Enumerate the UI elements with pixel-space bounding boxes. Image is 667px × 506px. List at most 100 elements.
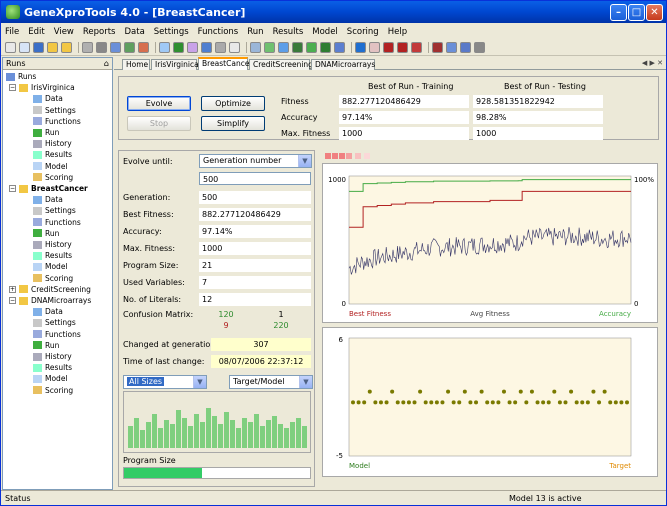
expand-toggle-icon[interactable]: − bbox=[9, 297, 16, 304]
evolve-until-select[interactable]: Generation number ▼ bbox=[199, 154, 312, 168]
toolbar-button-icon[interactable] bbox=[138, 42, 149, 53]
stop-button[interactable]: Stop bbox=[127, 116, 191, 131]
minimize-button[interactable]: – bbox=[610, 4, 627, 21]
toolbar-button-icon[interactable] bbox=[397, 42, 408, 53]
tab-irisvirginica[interactable]: IrisVirginica bbox=[151, 59, 199, 70]
tree-group-breastcancer[interactable]: BreastCancer bbox=[19, 183, 88, 194]
tree-item-results[interactable]: Results bbox=[33, 362, 72, 373]
tree-item-history[interactable]: History bbox=[33, 138, 72, 149]
toolbar-button-icon[interactable] bbox=[96, 42, 107, 53]
toolbar-button-icon[interactable] bbox=[173, 42, 184, 53]
toolbar-button-icon[interactable] bbox=[320, 42, 331, 53]
menu-file[interactable]: File bbox=[5, 27, 19, 37]
optimize-button[interactable]: Optimize bbox=[201, 96, 265, 111]
tree-item-scoring[interactable]: Scoring bbox=[33, 273, 73, 284]
toolbar-button-icon[interactable] bbox=[460, 42, 471, 53]
tab-nav-icons[interactable]: ◀ ▶ ✕ bbox=[642, 59, 663, 67]
menu-edit[interactable]: Edit bbox=[28, 27, 44, 37]
stat-value: 1000 bbox=[199, 242, 311, 255]
toolbar-button-icon[interactable] bbox=[369, 42, 380, 53]
toolbar-button-icon[interactable] bbox=[82, 42, 93, 53]
expand-toggle-icon[interactable]: + bbox=[9, 285, 16, 293]
tree-item-results[interactable]: Results bbox=[33, 250, 72, 261]
tree-item-run[interactable]: Run bbox=[33, 127, 59, 138]
tree-item-settings[interactable]: Settings bbox=[33, 317, 76, 328]
tree-group-dnamicroarrays[interactable]: DNAMicroarrays bbox=[19, 295, 91, 306]
toolbar-button-icon[interactable] bbox=[306, 42, 317, 53]
tree-item-settings[interactable]: Settings bbox=[33, 205, 76, 216]
tree-group-irisvirginica[interactable]: IrisVirginica bbox=[19, 82, 75, 93]
menu-model[interactable]: Model bbox=[312, 27, 338, 37]
toolbar-button-icon[interactable] bbox=[61, 42, 72, 53]
maximize-button[interactable]: □ bbox=[628, 4, 645, 21]
histogram-bar bbox=[260, 426, 265, 448]
toolbar-button-icon[interactable] bbox=[411, 42, 422, 53]
toolbar-button-icon[interactable] bbox=[47, 42, 58, 53]
menu-view[interactable]: View bbox=[54, 27, 74, 37]
toolbar-button-icon[interactable] bbox=[124, 42, 135, 53]
toolbar-button-icon[interactable] bbox=[292, 42, 303, 53]
toolbar-button-icon[interactable] bbox=[334, 42, 345, 53]
toolbar-button-icon[interactable] bbox=[19, 42, 30, 53]
target-filter-select[interactable]: Target/Model ▼ bbox=[229, 375, 313, 389]
toolbar-button-icon[interactable] bbox=[5, 42, 16, 53]
toolbar-button-icon[interactable] bbox=[278, 42, 289, 53]
tree-item-model[interactable]: Model bbox=[33, 161, 68, 172]
tree-item-model[interactable]: Model bbox=[33, 373, 68, 384]
model-point bbox=[563, 400, 568, 405]
tree-item-scoring[interactable]: Scoring bbox=[33, 172, 73, 183]
tree-item-functions[interactable]: Functions bbox=[33, 329, 81, 340]
toolbar-button-icon[interactable] bbox=[33, 42, 44, 53]
tab-home[interactable]: Home bbox=[122, 59, 150, 70]
expand-toggle-icon[interactable]: − bbox=[9, 185, 16, 192]
tab-breastcancer[interactable]: BreastCancer bbox=[198, 57, 253, 70]
toolbar-button-icon[interactable] bbox=[432, 42, 443, 53]
toolbar-button-icon[interactable] bbox=[229, 42, 240, 53]
tree-item-functions[interactable]: Functions bbox=[33, 116, 81, 127]
tree-item-data[interactable]: Data bbox=[33, 306, 63, 317]
menu-help[interactable]: Help bbox=[388, 27, 407, 37]
menu-scoring[interactable]: Scoring bbox=[347, 27, 379, 37]
tree-item-history[interactable]: History bbox=[33, 239, 72, 250]
menu-reports[interactable]: Reports bbox=[83, 27, 116, 37]
menu-results[interactable]: Results bbox=[273, 27, 304, 37]
tree-item-history[interactable]: History bbox=[33, 351, 72, 362]
tree-group-creditscreening[interactable]: CreditScreening bbox=[19, 284, 91, 295]
tree-item-data[interactable]: Data bbox=[33, 93, 63, 104]
toolbar-button-icon[interactable] bbox=[250, 42, 261, 53]
tree-item-functions[interactable]: Functions bbox=[33, 217, 81, 228]
toolbar-button-icon[interactable] bbox=[201, 42, 212, 53]
menu-functions[interactable]: Functions bbox=[198, 27, 239, 37]
menu-data[interactable]: Data bbox=[124, 27, 144, 37]
tab-creditscreening[interactable]: CreditScreening bbox=[249, 59, 313, 70]
toolbar-button-icon[interactable] bbox=[215, 42, 226, 53]
toolbar-button-icon[interactable] bbox=[355, 42, 366, 53]
toolbar-button-icon[interactable] bbox=[474, 42, 485, 53]
toolbar-button-icon[interactable] bbox=[446, 42, 457, 53]
toolbar-button-icon[interactable] bbox=[264, 42, 275, 53]
tree-group-irisvirginica-icon bbox=[19, 83, 28, 92]
close-button[interactable]: ✕ bbox=[646, 4, 663, 21]
plot-area bbox=[348, 337, 632, 457]
simplify-button[interactable]: Simplify bbox=[201, 116, 265, 131]
generations-target-input[interactable]: 500 bbox=[199, 172, 311, 185]
size-filter-select[interactable]: All Sizes ▼ bbox=[123, 375, 207, 389]
menu-run[interactable]: Run bbox=[247, 27, 263, 37]
toolbar-button-icon[interactable] bbox=[383, 42, 394, 53]
tree-item-scoring[interactable]: Scoring bbox=[33, 385, 73, 396]
toolbar-button-icon[interactable] bbox=[187, 42, 198, 53]
tree-item-run[interactable]: Run bbox=[33, 228, 59, 239]
tab-dnamicroarrays[interactable]: DNAMicroarrays bbox=[311, 59, 375, 70]
tree-item-run[interactable]: Run bbox=[33, 340, 59, 351]
toolbar-button-icon[interactable] bbox=[159, 42, 170, 53]
evolve-button[interactable]: Evolve bbox=[127, 96, 191, 111]
tree-item-model[interactable]: Model bbox=[33, 261, 68, 272]
pin-icon[interactable]: ⌂ bbox=[104, 59, 109, 68]
tree-item-data[interactable]: Data bbox=[33, 194, 63, 205]
toolbar-button-icon[interactable] bbox=[110, 42, 121, 53]
tree-item-results[interactable]: Results bbox=[33, 149, 72, 160]
expand-toggle-icon[interactable]: − bbox=[9, 84, 16, 92]
tree-item-settings[interactable]: Settings bbox=[33, 105, 76, 116]
tree-root-runs[interactable]: Runs bbox=[6, 71, 36, 82]
menu-settings[interactable]: Settings bbox=[154, 27, 189, 37]
